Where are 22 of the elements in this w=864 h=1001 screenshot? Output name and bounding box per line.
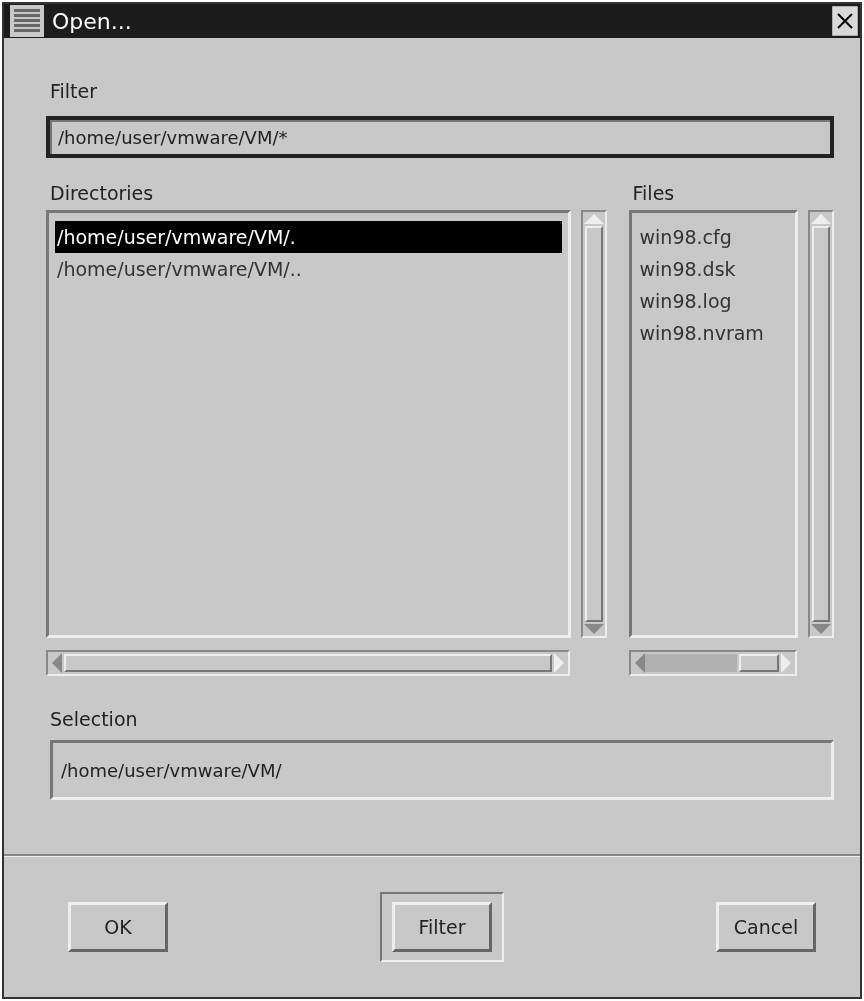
vertical-scrollbar[interactable] xyxy=(808,210,834,638)
files-label: Files xyxy=(631,181,676,206)
dialog-button[interactable]: Filter xyxy=(392,902,492,952)
directory-item[interactable]: /home/user/vmware/VM/. xyxy=(55,221,562,253)
file-item[interactable]: win98.nvram xyxy=(637,317,789,349)
file-item[interactable]: win98.cfg xyxy=(637,221,789,253)
directories-label: Directories xyxy=(49,181,155,206)
horizontal-scrollbar[interactable] xyxy=(46,650,570,676)
dialog-button[interactable]: OK xyxy=(68,902,168,952)
close-icon[interactable] xyxy=(832,6,858,36)
vertical-scrollbar[interactable] xyxy=(580,210,607,638)
dialog-button[interactable]: Cancel xyxy=(716,902,816,952)
menu-icon[interactable] xyxy=(10,5,44,37)
file-item[interactable]: win98.log xyxy=(637,285,789,317)
filter-field[interactable]: /home/user/vmware/VM/* xyxy=(46,116,834,158)
directory-item[interactable]: /home/user/vmware/VM/.. xyxy=(55,253,562,285)
selection-field[interactable]: /home/user/vmware/VM/ xyxy=(50,740,834,800)
file-item[interactable]: win98.dsk xyxy=(637,253,789,285)
window-title: Open... xyxy=(52,8,133,34)
selection-label: Selection xyxy=(49,707,139,732)
filter-label: Filter xyxy=(49,79,99,104)
horizontal-scrollbar[interactable] xyxy=(628,650,797,676)
